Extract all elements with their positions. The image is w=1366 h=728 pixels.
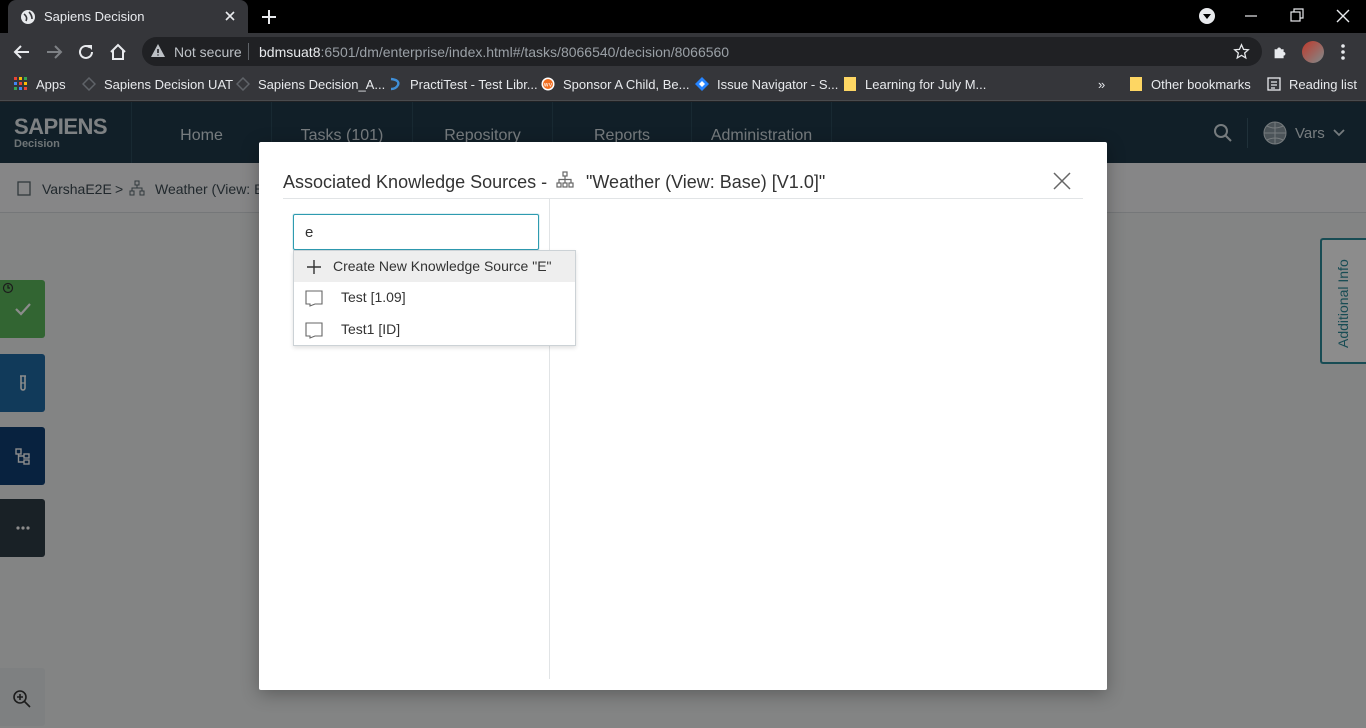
more-menu-icon[interactable]	[1340, 43, 1346, 61]
url-path: :6501/dm/enterprise/index.html#/tasks/80…	[320, 44, 730, 60]
wv-icon: wv	[541, 77, 555, 91]
forward-icon[interactable]	[44, 42, 64, 62]
knowledge-source-search-input[interactable]	[293, 214, 539, 250]
bookmark-label: Sponsor A Child, Be...	[563, 77, 690, 92]
bookmark-sponsor[interactable]: wv Sponsor A Child, Be...	[541, 77, 689, 94]
knowledge-source-option[interactable]: Test1 [ID]	[294, 314, 575, 345]
bookmark-other-bookmarks[interactable]: Other bookmarks	[1129, 77, 1251, 94]
bookmark-label: PractiTest - Test Libr...	[410, 77, 538, 92]
practitest-icon	[390, 77, 400, 91]
bookmark-reading-list[interactable]: Reading list	[1267, 77, 1357, 94]
extensions-puzzle-icon[interactable]	[1271, 43, 1289, 61]
browser-tabstrip: Sapiens Decision	[0, 0, 1366, 33]
bookmark-practitest[interactable]: PractiTest - Test Libr...	[388, 77, 538, 94]
dialog-divider	[283, 198, 1083, 199]
sapiens-icon	[236, 77, 250, 91]
browser-tab[interactable]: Sapiens Decision	[8, 0, 248, 33]
create-option-label: Create New Knowledge Source "E"	[333, 258, 552, 274]
bookmark-learning[interactable]: Learning for July M...	[843, 77, 986, 94]
tab-title: Sapiens Decision	[44, 9, 145, 24]
dialog-title: Associated Knowledge Sources -	[283, 172, 548, 192]
knowledge-source-icon	[305, 290, 323, 307]
bookmarks-bar: Apps Sapiens Decision UAT Sapiens Decisi…	[0, 70, 1366, 101]
knowledge-source-option[interactable]: Test [1.09]	[294, 282, 575, 313]
bookmark-label: Issue Navigator - S...	[717, 77, 839, 92]
back-icon[interactable]	[12, 42, 32, 62]
bookmark-label: Apps	[36, 77, 66, 92]
associated-knowledge-sources-dialog: Associated Knowledge Sources - "Weather …	[259, 142, 1107, 690]
profile-avatar[interactable]	[1302, 41, 1324, 63]
bookmark-label: Reading list	[1289, 77, 1357, 92]
minimize-icon[interactable]	[1241, 6, 1261, 26]
option-label: Test1 [ID]	[341, 321, 401, 337]
decision-tree-icon	[556, 171, 574, 188]
address-bar[interactable]: Not secure bdmsuat8:6501/dm/enterprise/i…	[142, 37, 1262, 66]
bookmark-label: Sapiens Decision UAT	[104, 77, 234, 92]
folder-icon	[844, 77, 856, 91]
close-tab-icon[interactable]	[222, 8, 238, 24]
bookmark-sapiens-uat[interactable]: Sapiens Decision UAT	[82, 77, 233, 94]
bookmark-apps[interactable]: Apps	[14, 77, 66, 94]
jira-icon	[695, 77, 709, 91]
bookmark-sapiens-a[interactable]: Sapiens Decision_A...	[236, 77, 385, 94]
warning-icon[interactable]	[150, 43, 166, 59]
folder-icon	[1130, 77, 1142, 91]
url-text[interactable]: bdmsuat8:6501/dm/enterprise/index.html#/…	[259, 44, 729, 60]
plus-icon	[307, 260, 321, 274]
svg-text:wv: wv	[544, 82, 553, 89]
reload-icon[interactable]	[76, 42, 96, 62]
bookmark-label: Sapiens Decision_A...	[258, 77, 386, 92]
url-host: bdmsuat8	[259, 44, 321, 60]
bookmark-label: Learning for July M...	[865, 77, 987, 92]
bookmarks-overflow-button[interactable]: »	[1098, 77, 1105, 94]
globe-icon	[21, 10, 35, 24]
close-window-icon[interactable]	[1333, 6, 1353, 26]
sapiens-icon	[82, 77, 96, 91]
security-label[interactable]: Not secure	[174, 44, 242, 60]
restore-icon[interactable]	[1287, 6, 1307, 26]
knowledge-source-icon	[305, 322, 323, 339]
home-icon[interactable]	[108, 42, 128, 62]
create-knowledge-source-option[interactable]: Create New Knowledge Source "E"	[294, 251, 575, 282]
option-label: Test [1.09]	[341, 289, 406, 305]
browser-toolbar: Not secure bdmsuat8:6501/dm/enterprise/i…	[0, 33, 1366, 70]
reading-list-icon	[1267, 77, 1281, 91]
tab-search-icon[interactable]	[1197, 6, 1217, 26]
search-suggestions-dropdown: Create New Knowledge Source "E" Test [1.…	[293, 250, 576, 346]
omnibox-divider	[248, 43, 249, 60]
apps-grid-icon	[14, 77, 27, 90]
bookmark-label: Other bookmarks	[1151, 77, 1251, 92]
close-icon[interactable]	[1052, 171, 1072, 191]
new-tab-icon[interactable]	[260, 8, 278, 26]
bookmark-star-icon[interactable]	[1233, 43, 1250, 60]
bookmark-issue-navigator[interactable]: Issue Navigator - S...	[695, 77, 838, 94]
dialog-entity-name: "Weather (View: Base) [V1.0]"	[586, 172, 826, 192]
